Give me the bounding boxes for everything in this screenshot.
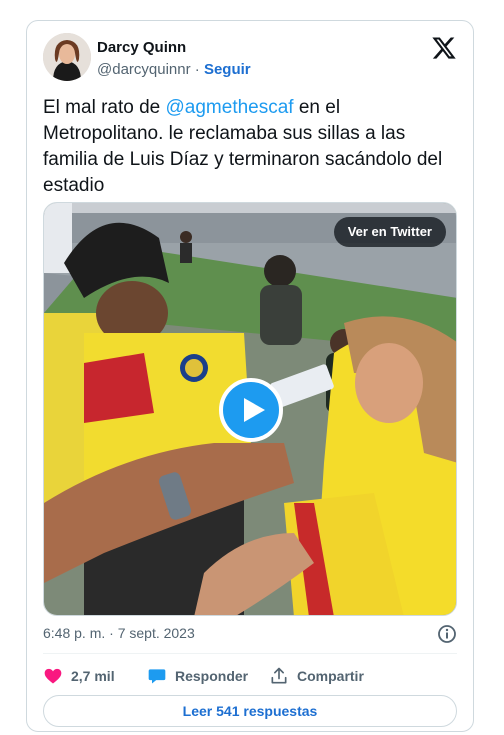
view-on-twitter-button[interactable]: Ver en Twitter	[333, 217, 446, 247]
handle-separator: ·	[190, 61, 204, 78]
author-name[interactable]: Darcy Quinn	[97, 39, 186, 56]
tweet-actions: 2,7 mil Responder Compartir	[43, 664, 463, 688]
reply-label: Responder	[175, 668, 249, 684]
play-icon[interactable]	[219, 378, 283, 442]
chat-bubble-icon	[148, 669, 166, 684]
share-button[interactable]: Compartir	[269, 664, 364, 688]
tweet-card: Darcy Quinn @darcyquinnr · Seguir El mal…	[26, 20, 474, 732]
like-button[interactable]: 2,7 mil	[43, 664, 115, 688]
x-logo-icon[interactable]	[431, 35, 457, 61]
tweet-header: Darcy Quinn @darcyquinnr · Seguir	[43, 33, 457, 85]
divider	[43, 653, 457, 654]
author-handle-row: @darcyquinnr · Seguir	[97, 61, 251, 78]
like-count: 2,7 mil	[71, 668, 115, 684]
tweet-text: El mal rato de @agmethescaf en el Metrop…	[43, 95, 463, 199]
share-upload-icon	[271, 667, 287, 684]
heart-icon	[44, 668, 62, 684]
mention-link[interactable]: @agmethescaf	[166, 97, 294, 118]
share-label: Compartir	[297, 668, 364, 684]
avatar[interactable]	[43, 33, 91, 81]
follow-button[interactable]: Seguir	[204, 61, 251, 78]
tweet-text-start: El mal rato de	[43, 97, 166, 118]
reply-button[interactable]: Responder	[147, 664, 248, 688]
tweet-timestamp[interactable]: 6:48 p. m. · 7 sept. 2023	[43, 625, 195, 641]
info-icon[interactable]	[437, 624, 457, 644]
read-replies-button[interactable]: Leer 541 respuestas	[43, 695, 457, 727]
video-thumbnail[interactable]: Ver en Twitter	[43, 202, 457, 616]
author-handle[interactable]: @darcyquinnr	[97, 61, 191, 78]
